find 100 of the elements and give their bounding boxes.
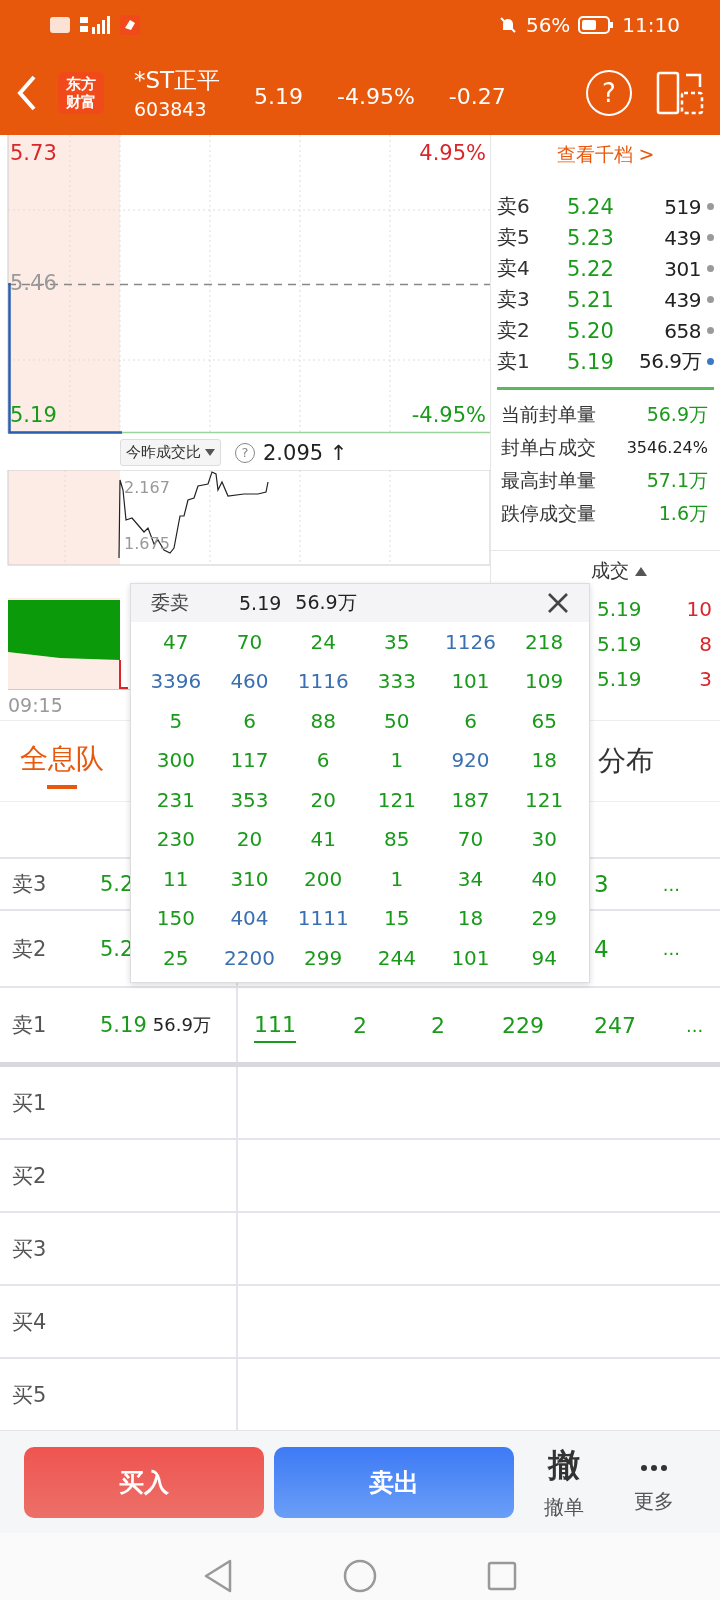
time-label: 09:15: [8, 694, 63, 716]
row-label: 买1: [12, 1089, 48, 1117]
order-size: 244: [376, 945, 417, 970]
split-screen-icon[interactable]: [656, 70, 704, 115]
more-label[interactable]: 更多: [634, 1487, 674, 1515]
order-size: 230: [155, 827, 196, 852]
order-size: 25: [162, 945, 190, 970]
order-size: 20: [235, 827, 264, 852]
level-price: 5.20: [567, 318, 615, 343]
ratio-value: 2.095 ↑: [263, 440, 348, 465]
tab[interactable]: 分布: [598, 721, 654, 801]
popup-price: 5.19: [239, 592, 282, 614]
recents-icon[interactable]: [487, 1560, 517, 1591]
trade-volume: 10: [686, 596, 712, 621]
level-price: 5.23: [567, 225, 615, 250]
order-size: 1126: [444, 629, 497, 654]
stat-value: 3546.24%: [626, 438, 708, 457]
more-icon[interactable]: [640, 1463, 668, 1472]
cancel-label[interactable]: 撤单: [544, 1493, 584, 1521]
cancel-glyph[interactable]: 撤: [548, 1443, 580, 1488]
axis-label: 5.19: [10, 403, 57, 427]
order-size: 85: [383, 827, 411, 852]
order-size: 121: [524, 787, 565, 812]
row-label: 买5: [12, 1381, 48, 1409]
axis-label: -4.95%: [411, 403, 486, 427]
level-price: 5.24: [567, 194, 615, 219]
order-size[interactable]: 2: [346, 1008, 374, 1042]
order-size: 6: [463, 708, 478, 733]
order-size: 1: [389, 748, 405, 773]
popup-volume: 56.9万: [295, 590, 357, 615]
level-volume: 658: [663, 318, 701, 343]
order-size: 30: [530, 827, 558, 852]
view-depth-link[interactable]: 查看千档 >: [491, 135, 720, 175]
order-count: 3: [594, 871, 609, 897]
order-size: 109: [524, 669, 565, 694]
order-size: 353: [229, 787, 270, 812]
order-size: 310: [229, 866, 270, 891]
order-size[interactable]: 229: [502, 1008, 544, 1042]
stat-value: 57.1万: [646, 467, 708, 493]
order-size: 11: [162, 866, 190, 891]
order-size: 41: [309, 827, 337, 852]
order-size: 333: [376, 669, 417, 694]
more-link[interactable]: ...: [686, 1014, 704, 1036]
buy-button[interactable]: 买入: [24, 1446, 264, 1518]
order-size[interactable]: 247: [594, 1008, 636, 1042]
order-size: 1: [389, 866, 405, 891]
app-notification-icon: [120, 15, 140, 35]
order-size: 3396: [149, 669, 203, 694]
indicator-dropdown[interactable]: 今昨成交比: [120, 439, 221, 466]
order-size: 18: [456, 906, 485, 931]
more-link[interactable]: ...: [662, 938, 680, 959]
level-label: 卖1: [497, 348, 531, 375]
order-size: 300: [155, 748, 196, 773]
help-button[interactable]: ?: [586, 69, 632, 116]
order-size: 50: [383, 708, 411, 733]
back-icon[interactable]: [203, 1558, 233, 1593]
order-size: 101: [450, 669, 491, 694]
row-label: 买4: [12, 1308, 48, 1336]
sort-up-icon[interactable]: [635, 566, 647, 576]
stock-name: *ST正平: [134, 66, 222, 95]
level-volume: 56.9万: [637, 348, 701, 375]
home-icon[interactable]: [343, 1558, 377, 1593]
trade-volume: 8: [699, 631, 712, 656]
order-count: 4: [594, 935, 609, 962]
signal-icon: [78, 15, 112, 35]
sell-button[interactable]: 卖出: [274, 1446, 514, 1518]
order-size: 117: [229, 748, 270, 773]
order-size: 65: [530, 708, 558, 733]
change-amount: -0.27: [448, 84, 506, 109]
level-label: 卖2: [497, 317, 531, 344]
row-price: 5.19: [100, 1013, 147, 1037]
axis-label: 4.95%: [419, 141, 486, 165]
row-label: 卖1: [12, 1012, 48, 1039]
stat-label: 当前封单量: [501, 401, 596, 427]
stock-code: 603843: [134, 98, 208, 120]
trade-price: 5.19: [597, 596, 642, 621]
row-label: 卖2: [12, 935, 48, 963]
order-size: 29: [530, 906, 558, 931]
order-size: 200: [303, 866, 344, 891]
order-size: 6: [242, 708, 257, 733]
change-percent: -4.95%: [337, 84, 415, 109]
level-label: 卖5: [497, 224, 531, 251]
order-size: 88: [309, 708, 337, 733]
order-size: 47: [162, 629, 190, 654]
order-size: 94: [530, 945, 558, 970]
order-size[interactable]: 2: [424, 1008, 452, 1042]
order-size[interactable]: 111: [254, 1007, 296, 1043]
order-size: 70: [456, 827, 485, 852]
close-icon[interactable]: [547, 592, 569, 614]
order-size: 70: [235, 629, 264, 654]
level-volume: 519: [663, 194, 701, 219]
order-size: 460: [229, 669, 270, 694]
order-size: 121: [376, 787, 417, 812]
popup-title: 委卖: [151, 590, 189, 615]
level-label: 卖6: [497, 193, 531, 220]
stat-label: 封单占成交: [501, 434, 596, 460]
order-size: 2200: [223, 945, 276, 970]
level-volume: 301: [663, 256, 701, 281]
more-link[interactable]: ...: [662, 873, 680, 895]
order-size: 6: [315, 748, 331, 773]
